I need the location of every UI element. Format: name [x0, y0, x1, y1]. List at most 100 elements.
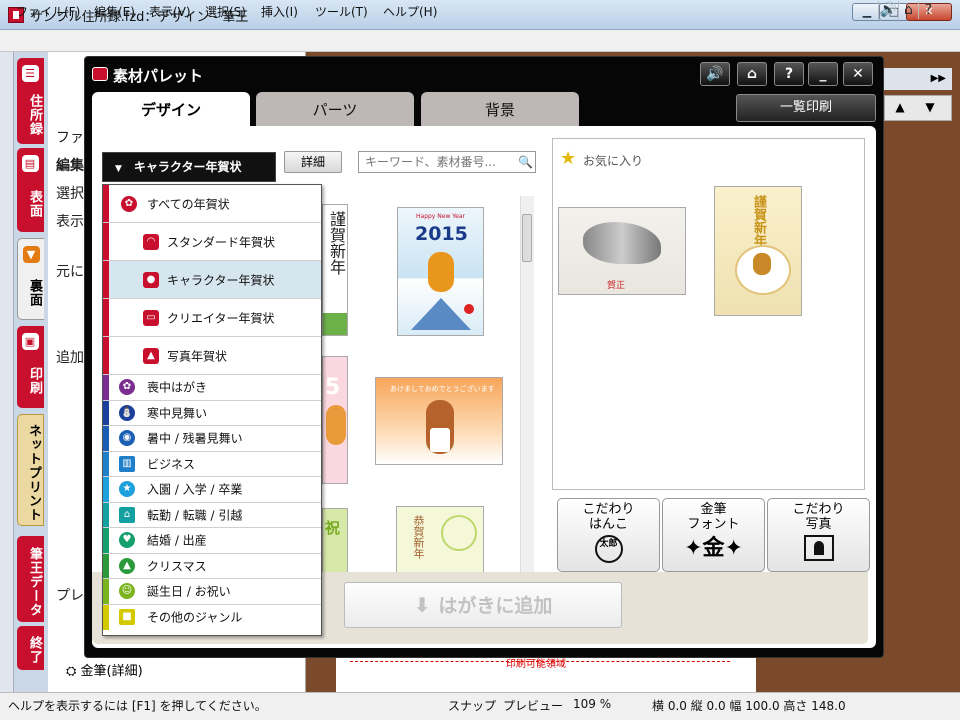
- menu-help[interactable]: ヘルプ(H): [380, 2, 440, 21]
- kinpitsu-item[interactable]: ⛭ 金筆(詳細): [66, 660, 143, 679]
- category-item[interactable]: ✿ すべての年賀状: [103, 185, 321, 223]
- design-thumbnail[interactable]: Happy New Year 2015: [397, 207, 484, 336]
- speaker-icon[interactable]: 🔊: [878, 1, 898, 19]
- help-icon[interactable]: ?: [774, 62, 804, 86]
- category-item[interactable]: ■ その他のジャンル: [103, 604, 321, 630]
- help-icon[interactable]: ?: [918, 1, 938, 19]
- detail-button[interactable]: 詳細: [284, 151, 342, 173]
- kodawari-photo-button[interactable]: こだわり 写真: [767, 498, 870, 572]
- tab-end[interactable]: 終了: [17, 626, 44, 670]
- category-item[interactable]: ☺ 誕生日 / お祝い: [103, 579, 321, 605]
- thumbnail-text: 謹賀新年: [327, 211, 346, 275]
- character-illustration: [430, 428, 450, 452]
- thumbnail-year: 2015: [415, 223, 468, 245]
- move-up-icon[interactable]: ▲: [885, 96, 915, 118]
- search-icon[interactable]: 🔍: [518, 155, 533, 169]
- button-label: フォント: [687, 517, 740, 532]
- tab-omote[interactable]: ▤ 表面: [17, 148, 44, 232]
- panel-item[interactable]: 選択: [56, 183, 84, 203]
- category-label: ビジネス: [147, 457, 196, 472]
- category-item[interactable]: ✿ 喪中はがき: [103, 375, 321, 401]
- book-icon[interactable]: ⌂: [898, 1, 918, 19]
- design-thumbnail[interactable]: 5: [322, 356, 348, 484]
- tab-jusho[interactable]: ☰ 住所録: [17, 58, 44, 144]
- category-item[interactable]: ◠ スタンダード年賀状: [103, 223, 321, 261]
- category-item[interactable]: ⌂ 転勤 / 転職 / 引越: [103, 502, 321, 528]
- category-color-bar: [103, 400, 109, 425]
- heart-icon: ♥: [119, 532, 135, 548]
- portrait-icon: [803, 535, 834, 561]
- design-thumbnail[interactable]: 恭賀新年: [396, 506, 484, 576]
- list-print-button[interactable]: 一覧印刷: [736, 94, 876, 122]
- category-item[interactable]: ♥ 結婚 / 出産: [103, 528, 321, 554]
- panel-item[interactable]: 追加: [56, 347, 84, 367]
- kinpitsu-font-button[interactable]: 金筆 フォント ✦金✦: [662, 498, 765, 572]
- tab-design[interactable]: デザイン: [92, 92, 250, 128]
- minimize-icon[interactable]: _: [808, 62, 838, 86]
- panel-item[interactable]: ファ: [56, 127, 84, 147]
- menu-select[interactable]: 選択(S): [202, 2, 249, 21]
- category-color-bar: [103, 579, 109, 604]
- category-item[interactable]: ★ 入園 / 入学 / 卒業: [103, 477, 321, 503]
- category-dropdown[interactable]: キャラクター年賀状: [102, 152, 276, 182]
- tab-fudeo-data[interactable]: 筆王データ: [17, 536, 44, 622]
- design-thumbnail[interactable]: 祝: [322, 508, 348, 578]
- kodawari-hanko-button[interactable]: こだわり はんこ 太郎: [557, 498, 660, 572]
- shapes-icon: ■: [119, 608, 135, 625]
- menu-insert[interactable]: 挿入(I): [258, 2, 301, 21]
- category-item[interactable]: ◉ 暑中 / 残暑見舞い: [103, 426, 321, 452]
- category-item[interactable]: ▲ 写真年賀状: [103, 337, 321, 375]
- category-item[interactable]: ▲ クリスマス: [103, 553, 321, 579]
- category-item[interactable]: ⛄ 寒中見舞い: [103, 400, 321, 426]
- menu-edit[interactable]: 編集(E): [91, 2, 138, 21]
- panel-item[interactable]: プレ: [56, 585, 84, 605]
- status-help: ヘルプを表示するには [F1] を押してください。: [8, 699, 267, 713]
- design-thumbnail[interactable]: あけましておめでとうございます: [375, 377, 503, 465]
- kin-font-icon: ✦金✦: [684, 536, 743, 561]
- tab-ura[interactable]: ▼ 裏面: [17, 238, 44, 320]
- category-item-selected[interactable]: ● キャラクター年賀状: [103, 261, 321, 299]
- tab-insatsu[interactable]: ▣ 印刷: [17, 326, 44, 408]
- star-icon: ★: [119, 481, 135, 497]
- scrollbar-thumb[interactable]: [522, 214, 532, 262]
- category-color-bar: [103, 426, 109, 451]
- add-to-postcard-button[interactable]: ⬇ はがきに追加: [344, 582, 622, 628]
- favorite-caption: 謹賀新年: [751, 195, 766, 247]
- menu-tools[interactable]: ツール(T): [312, 2, 371, 21]
- close-icon[interactable]: ✕: [843, 62, 873, 86]
- tab-netprint[interactable]: ネットプリント: [17, 414, 44, 526]
- search-input[interactable]: [358, 151, 536, 173]
- category-color-bar: [103, 375, 109, 400]
- tab-insatsu-label: 印刷: [27, 367, 42, 395]
- sun-illustration: [464, 304, 474, 314]
- favorite-thumbnail[interactable]: 謹賀新年: [714, 186, 802, 316]
- status-snap[interactable]: スナップ: [448, 697, 496, 714]
- button-label: こだわり: [792, 502, 845, 517]
- snowman-icon: ⛄: [119, 404, 135, 421]
- book-icon[interactable]: ⌂: [737, 62, 767, 86]
- status-preview[interactable]: プレビュー: [503, 697, 563, 714]
- menu-view[interactable]: 表示(V): [146, 2, 194, 21]
- panel-item[interactable]: 元に: [56, 261, 84, 281]
- horse-illustration: [583, 222, 661, 264]
- category-label: その他のジャンル: [147, 610, 243, 625]
- card-front-icon: ▤: [22, 155, 39, 172]
- tab-background[interactable]: 背景: [421, 92, 579, 128]
- menu-file[interactable]: ファイル(F): [13, 2, 83, 21]
- category-label: 結婚 / 出産: [147, 533, 207, 548]
- character-illustration: [326, 405, 346, 445]
- category-item[interactable]: ▭ クリエイター年賀状: [103, 299, 321, 337]
- move-down-icon[interactable]: ▼: [915, 96, 945, 118]
- expand-arrow-icon[interactable]: ▶▶: [884, 68, 952, 90]
- tab-parts[interactable]: パーツ: [256, 92, 414, 128]
- design-thumbnail[interactable]: 謹賀新年: [322, 204, 348, 336]
- category-label: 暑中 / 残暑見舞い: [147, 431, 243, 446]
- star-icon: ★: [560, 148, 577, 169]
- panel-item[interactable]: 表示: [56, 211, 84, 231]
- button-label: こだわり: [582, 502, 635, 517]
- favorite-thumbnail[interactable]: 賀正: [558, 207, 686, 295]
- category-item[interactable]: ▥ ビジネス: [103, 451, 321, 477]
- photo-icon: ▲: [143, 348, 159, 364]
- speaker-icon[interactable]: 🔊: [700, 62, 730, 86]
- panel-item[interactable]: 編集: [56, 155, 84, 175]
